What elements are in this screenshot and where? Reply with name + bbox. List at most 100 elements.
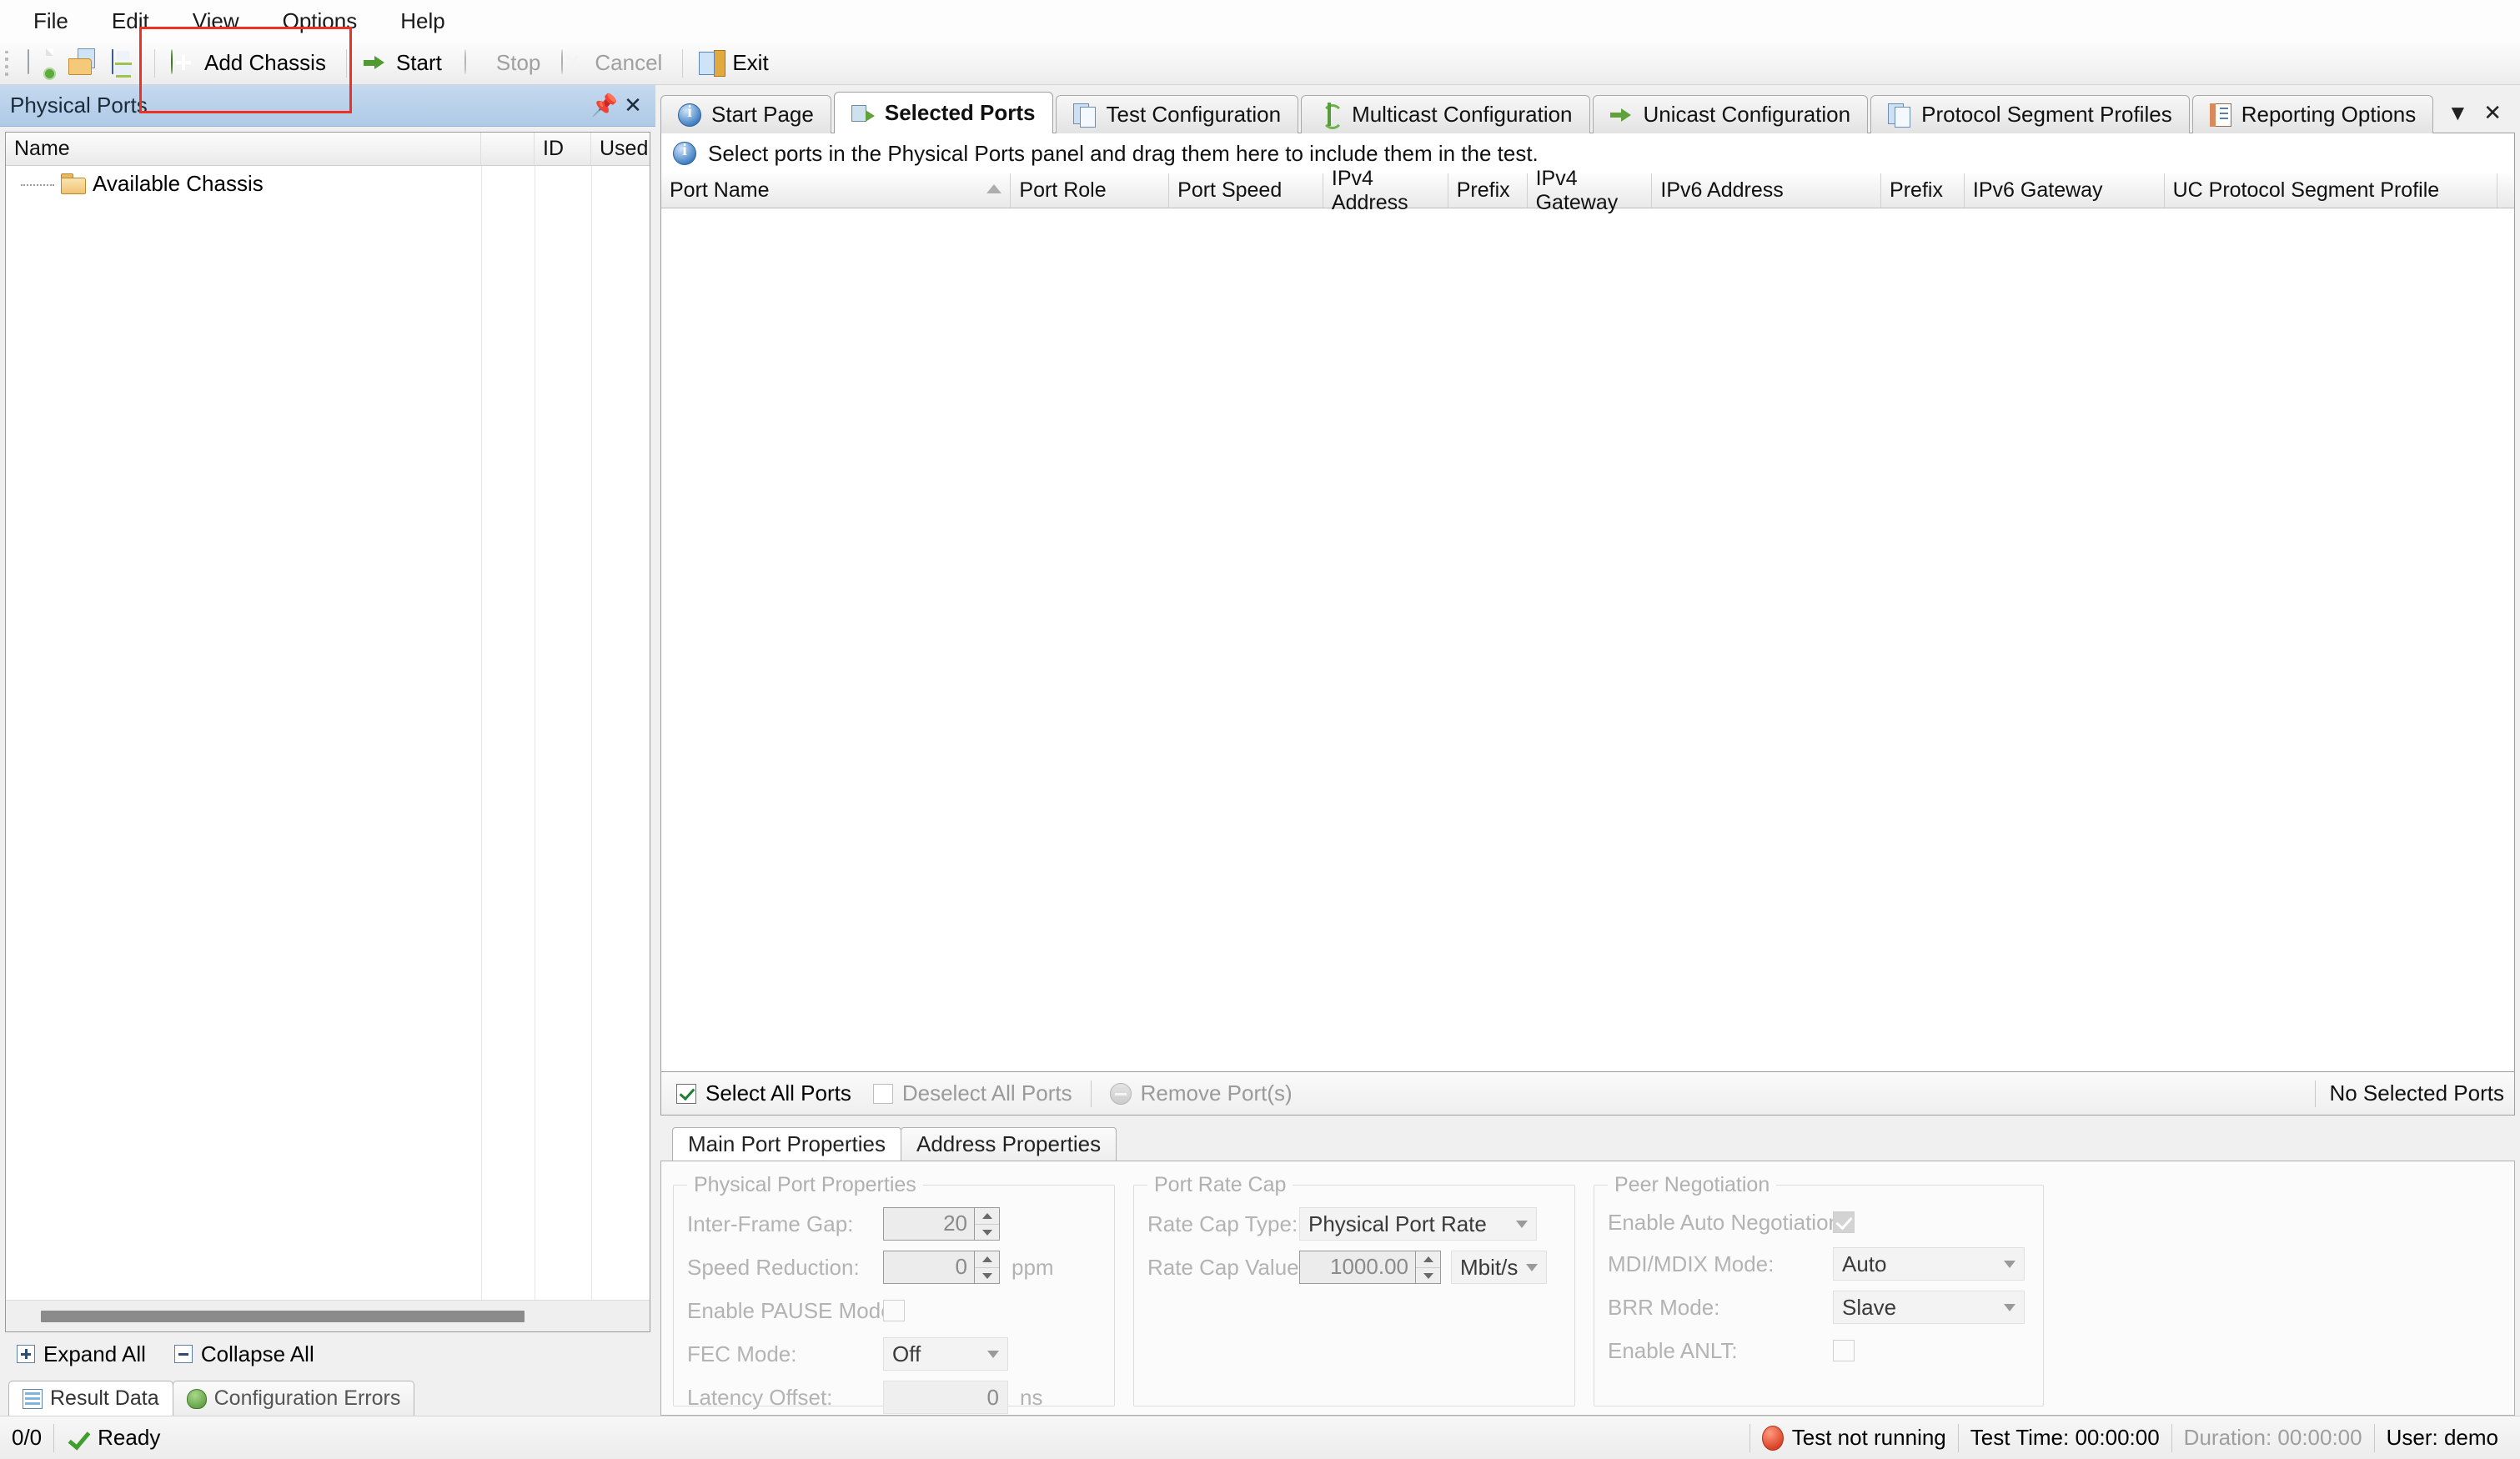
status-test-state-label: Test not running: [1792, 1425, 1946, 1451]
chassis-tree-rows: Available Chassis: [6, 166, 650, 1300]
enable-pause-mode-label: Enable PAUSE Mode:: [687, 1298, 883, 1324]
latency-offset-value[interactable]: 0: [883, 1381, 1008, 1414]
save-test-button[interactable]: [103, 45, 147, 82]
select-all-ports-label: Select All Ports: [705, 1080, 851, 1106]
tab-list-dropdown-icon[interactable]: ▼: [2447, 100, 2468, 126]
chassis-tree: Name ID Used Available Chassis: [5, 132, 650, 1332]
column-port-speed[interactable]: Port Speed: [1169, 173, 1323, 208]
exit-button[interactable]: Exit: [690, 45, 781, 82]
new-test-button[interactable]: [17, 45, 60, 82]
tree-col-blank[interactable]: [481, 133, 535, 165]
application-window: File Edit View Options Help Add Chassis …: [0, 0, 2520, 1459]
toolbar-separator-1: [154, 49, 155, 78]
inter-frame-gap-stepper[interactable]: 20: [883, 1207, 1000, 1241]
rate-cap-type-select[interactable]: Physical Port Rate: [1299, 1207, 1537, 1241]
port-rate-cap-legend: Port Rate Cap: [1147, 1173, 1293, 1197]
column-ipv4-gateway[interactable]: IPv4 Gateway: [1528, 173, 1653, 208]
tab-reporting-options-label: Reporting Options: [2241, 102, 2417, 128]
chevron-down-icon: [2004, 1304, 2015, 1311]
field-inter-frame-gap: Inter-Frame Gap: 20: [687, 1202, 1101, 1246]
remove-ports-button[interactable]: Remove Port(s): [1107, 1077, 1296, 1110]
menu-edit[interactable]: Edit: [90, 5, 171, 38]
column-ipv4-address[interactable]: IPv4 Address: [1323, 173, 1448, 208]
tab-selected-ports-label: Selected Ports: [885, 100, 1036, 126]
selected-ports-grid: Port Name Port Role Port Speed IPv4 Addr…: [660, 173, 2515, 1072]
tree-scrollbar-thumb[interactable]: [41, 1311, 525, 1322]
physical-port-properties-legend: Physical Port Properties: [687, 1173, 923, 1197]
add-chassis-button[interactable]: Add Chassis: [163, 45, 339, 82]
selected-ports-grid-body[interactable]: [661, 208, 2514, 1071]
exit-door-icon: [699, 50, 725, 77]
fec-mode-select[interactable]: Off: [883, 1337, 1008, 1371]
tab-selected-ports[interactable]: Selected Ports: [834, 92, 1053, 133]
open-test-button[interactable]: [60, 45, 103, 82]
add-chassis-label: Add Chassis: [204, 50, 326, 76]
column-ipv6-address[interactable]: IPv6 Address: [1652, 173, 1881, 208]
main-toolbar: Add Chassis Start Stop Cancel Exit: [0, 42, 2520, 85]
speed-reduction-stepper[interactable]: 0: [883, 1251, 1000, 1284]
column-ipv6-prefix[interactable]: Prefix: [1881, 173, 1965, 208]
tab-address-properties[interactable]: Address Properties: [901, 1127, 1117, 1161]
tree-col-name[interactable]: Name: [6, 133, 481, 165]
tab-unicast-configuration[interactable]: Unicast Configuration: [1593, 95, 1869, 133]
tab-main-port-properties[interactable]: Main Port Properties: [672, 1127, 901, 1161]
chassis-tree-header: Name ID Used: [6, 133, 650, 166]
start-button[interactable]: Start: [354, 45, 454, 82]
column-port-role[interactable]: Port Role: [1011, 173, 1169, 208]
stepper-buttons[interactable]: [974, 1251, 999, 1283]
column-ipv4-prefix[interactable]: Prefix: [1448, 173, 1528, 208]
column-ipv6-gateway[interactable]: IPv6 Gateway: [1965, 173, 2165, 208]
toolbar-grip[interactable]: [5, 51, 13, 76]
chevron-down-icon: [1526, 1264, 1538, 1271]
brr-mode-value: Slave: [1842, 1295, 1896, 1321]
enable-pause-mode-checkbox[interactable]: [883, 1300, 905, 1321]
arrow-icon: [1610, 105, 1634, 125]
grid-icon: [23, 1389, 43, 1409]
column-port-name[interactable]: Port Name: [661, 173, 1011, 208]
stepper-buttons[interactable]: [974, 1208, 999, 1240]
brr-mode-select[interactable]: Slave: [1833, 1291, 2025, 1324]
menu-options[interactable]: Options: [261, 5, 379, 38]
tab-start-page-label: Start Page: [711, 102, 814, 128]
close-tab-icon[interactable]: ✕: [2483, 100, 2502, 126]
tab-configuration-errors[interactable]: Configuration Errors: [173, 1381, 415, 1416]
stop-button[interactable]: Stop: [454, 45, 554, 82]
rate-cap-value-stepper[interactable]: 1000.00: [1299, 1251, 1441, 1284]
pin-icon[interactable]: 📌: [590, 92, 619, 120]
enable-anlt-checkbox[interactable]: [1833, 1340, 1855, 1361]
tree-item-available-chassis[interactable]: Available Chassis: [6, 166, 650, 201]
tree-col-id[interactable]: ID: [535, 133, 591, 165]
tab-test-configuration[interactable]: Test Configuration: [1056, 95, 1299, 133]
main-tabstrip: Start Page Selected Ports Test Configura…: [660, 88, 2515, 133]
tab-reporting-options[interactable]: Reporting Options: [2192, 95, 2434, 133]
selection-status: No Selected Ports: [2315, 1080, 2514, 1107]
rate-cap-unit-select[interactable]: Mbit/s: [1451, 1251, 1547, 1284]
rate-cap-unit-value: Mbit/s: [1460, 1255, 1518, 1281]
tab-multicast-configuration[interactable]: Multicast Configuration: [1301, 95, 1589, 133]
status-duration: Duration: 00:00:00: [2172, 1421, 2374, 1455]
deselect-all-ports-checkbox[interactable]: Deselect All Ports: [870, 1077, 1076, 1110]
enable-auto-negotiation-checkbox[interactable]: [1833, 1211, 1855, 1233]
column-uc-protocol-segment-profile[interactable]: UC Protocol Segment Profile: [2165, 173, 2497, 208]
multicast-icon: [1318, 103, 1342, 127]
menu-file[interactable]: File: [12, 5, 90, 38]
close-panel-icon[interactable]: ✕: [619, 92, 647, 120]
stepper-buttons[interactable]: [1415, 1251, 1440, 1283]
menu-view[interactable]: View: [171, 5, 261, 38]
tab-result-data[interactable]: Result Data: [8, 1381, 173, 1416]
select-all-ports-checkbox[interactable]: Select All Ports: [673, 1077, 855, 1110]
expand-all-button[interactable]: Expand All: [12, 1338, 151, 1371]
tree-col-used[interactable]: Used: [591, 133, 650, 165]
checkbox-icon: [676, 1084, 696, 1104]
tab-protocol-segment-profiles[interactable]: Protocol Segment Profiles: [1870, 95, 2190, 133]
status-counter: 0/0: [8, 1421, 53, 1455]
mdi-mdix-mode-select[interactable]: Auto: [1833, 1247, 2025, 1281]
ports-icon: [851, 103, 875, 124]
tree-horizontal-scrollbar[interactable]: [6, 1300, 650, 1331]
cancel-button[interactable]: Cancel: [553, 45, 675, 82]
tab-start-page[interactable]: Start Page: [660, 95, 831, 133]
bug-icon: [187, 1389, 207, 1409]
workspace: Physical Ports 📌 ✕ Name ID Used: [0, 85, 2520, 1416]
menu-help[interactable]: Help: [379, 5, 466, 38]
collapse-all-button[interactable]: Collapse All: [169, 1338, 319, 1371]
